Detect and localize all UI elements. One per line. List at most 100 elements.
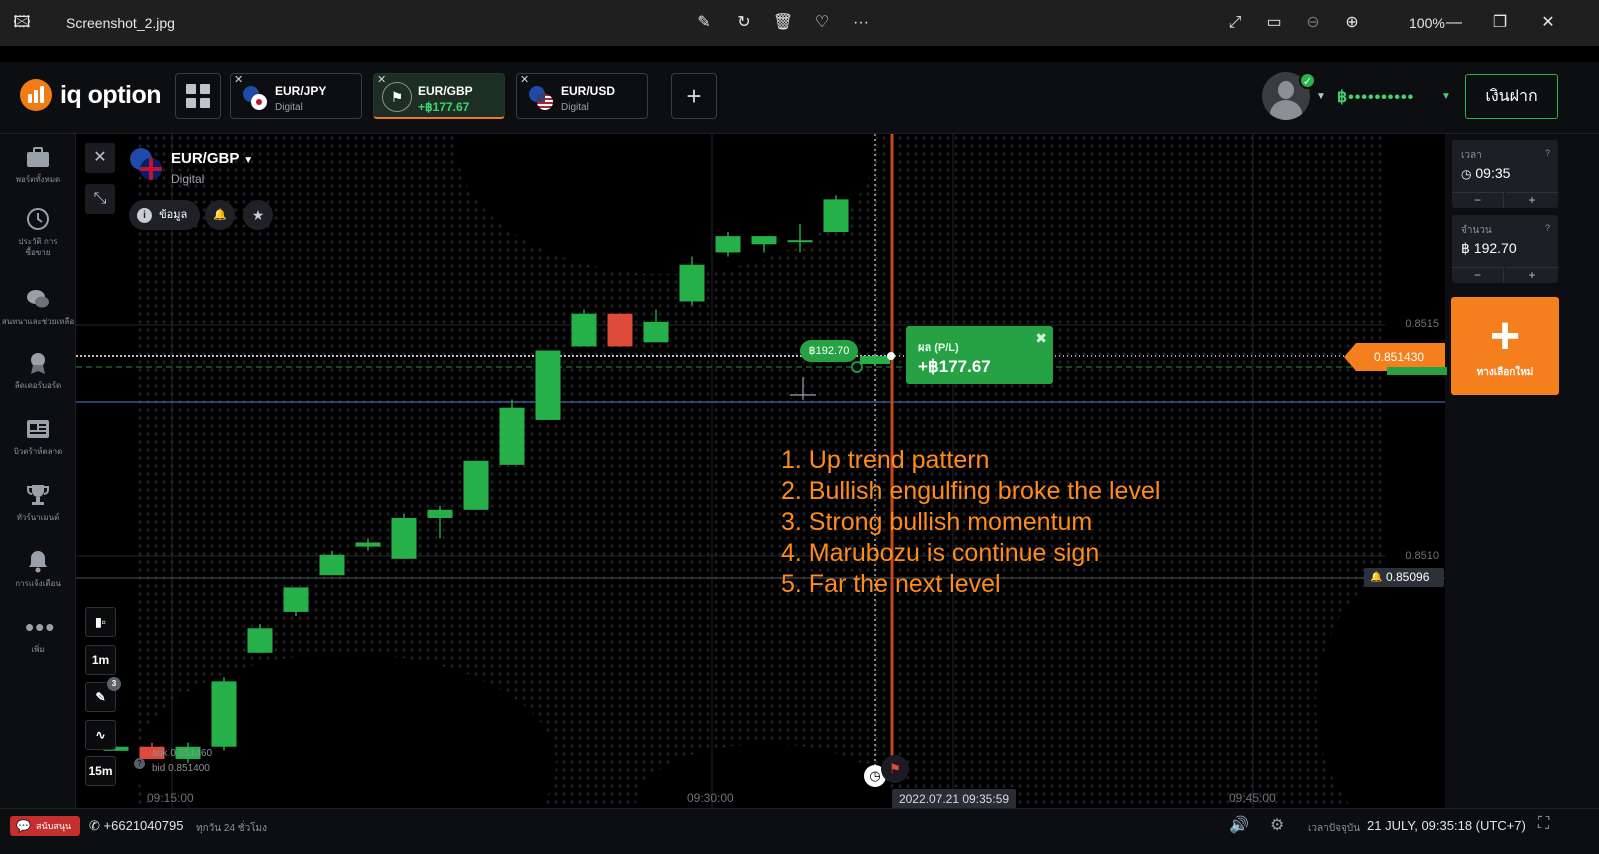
favorite-icon[interactable]: ♡ xyxy=(811,13,833,33)
collapse-chart-button[interactable]: ⤡ xyxy=(85,184,115,214)
fullscreen-icon[interactable]: ⛶ xyxy=(1538,815,1549,833)
history-icon xyxy=(25,206,51,232)
help-icon[interactable]: ? xyxy=(1545,148,1550,158)
info-button[interactable]: i ข้อมูล xyxy=(129,200,200,230)
price-alert-tag[interactable]: 🔔 0.85096 xyxy=(1364,568,1444,587)
support-phone[interactable]: ✆ +6621040795 xyxy=(89,818,183,834)
profile-dropdown-icon[interactable]: ▼ xyxy=(1316,91,1326,102)
sidebar-item-more[interactable]: ••• เพิ่ม xyxy=(0,614,76,655)
time-field[interactable]: เวลา ? ◷ 09:35 − + xyxy=(1452,140,1558,208)
close-tab-icon[interactable]: ✕ xyxy=(377,73,386,86)
time-axis-label: 09:30:00 xyxy=(687,791,734,805)
close-chart-button[interactable]: ✕ xyxy=(85,143,115,173)
sound-icon[interactable]: 🔊 xyxy=(1229,815,1249,835)
timeframe-button[interactable]: 1m xyxy=(85,645,116,675)
close-tab-icon[interactable]: ✕ xyxy=(234,73,243,86)
time-increase-button[interactable]: + xyxy=(1506,192,1558,208)
sidebar-item-portfolio[interactable]: พอร์ตทั้งหมด xyxy=(0,144,76,185)
asset-tab-eurusd[interactable]: ✕ EUR/USD Digital xyxy=(516,73,648,119)
close-window-icon[interactable]: ✕ xyxy=(1537,13,1559,33)
amount-decrease-button[interactable]: − xyxy=(1452,267,1504,283)
amount-value[interactable]: ฿ 192.70 xyxy=(1461,240,1517,257)
plus-icon: + xyxy=(1489,307,1521,365)
eur-gbp-flag-icon xyxy=(130,148,162,180)
photo-viewer-toolbar: 🖾 Screenshot_2.jpg ✎ ↻ 🗑 ♡ ··· ⤢ ▭ ⊖ ⊕ 1… xyxy=(0,0,1599,46)
help-icon[interactable]: ? xyxy=(134,758,145,769)
expand-icon[interactable]: ⤢ xyxy=(1224,13,1246,33)
time-axis-label: 09:45:00 xyxy=(1229,791,1276,805)
wave-icon: ∿ xyxy=(95,728,106,742)
sidebar-item-notifications[interactable]: การแจ้งเตือน xyxy=(0,548,76,589)
candle-body xyxy=(319,554,345,576)
settings-icon[interactable]: ⚙ xyxy=(1270,815,1284,835)
image-icon: 🖾 xyxy=(13,14,31,31)
fit-window-icon[interactable]: ▭ xyxy=(1263,13,1285,33)
close-pl-icon[interactable]: ✖ xyxy=(1035,330,1047,347)
asset-dropdown-icon[interactable]: ▼ xyxy=(243,155,253,166)
current-time-label: เวลาปัจจุบัน xyxy=(1308,823,1361,834)
asset-tab-eurgbp[interactable]: ✕ ⚑ EUR/GBP +฿177.67 xyxy=(373,73,505,119)
star-icon: ★ xyxy=(251,207,265,223)
asset-grid-button[interactable] xyxy=(175,73,221,119)
logo-mark-icon xyxy=(20,79,52,111)
new-option-button[interactable]: + ทางเลือกใหม่ xyxy=(1387,297,1559,395)
asset-name[interactable]: EUR/GBP ▼ xyxy=(171,150,253,167)
delete-icon[interactable]: 🗑 xyxy=(772,13,794,33)
pl-value: +฿177.67 xyxy=(918,357,991,376)
bell-icon: 🔔 xyxy=(213,209,227,221)
tab-sub: Digital xyxy=(561,102,589,113)
deposit-button[interactable]: เงินฝาก xyxy=(1465,74,1558,119)
support-button[interactable]: 💬 สนับสนุน xyxy=(10,816,80,836)
candle-body xyxy=(499,407,525,465)
sidebar-item-chat[interactable]: สนทนาและช่วยเหลือ xyxy=(0,286,76,327)
restore-icon[interactable]: ❐ xyxy=(1489,13,1511,33)
balance-dropdown-icon[interactable]: ▼ xyxy=(1441,91,1451,102)
chat-icon xyxy=(25,286,51,312)
candle-body xyxy=(535,350,561,420)
minimize-icon[interactable]: — xyxy=(1443,13,1465,33)
indicators-button[interactable]: ∿ xyxy=(85,720,116,750)
tab-pair: EUR/USD xyxy=(561,84,616,98)
sidebar-item-leaderboard[interactable]: ลีดเดอร์บอร์ด xyxy=(0,350,76,391)
candle-body xyxy=(715,236,741,253)
zoom-level: 100% xyxy=(1409,15,1445,31)
drawing-tools-button[interactable]: ✎ 3 xyxy=(85,677,121,712)
sidebar-item-history[interactable]: ประวัติ การซื้อขาย xyxy=(0,206,76,258)
iq-option-logo[interactable]: iq option xyxy=(20,79,162,111)
more-options-icon[interactable]: ··· xyxy=(850,13,872,33)
amount-field[interactable]: จำนวน ? ฿ 192.70 − + xyxy=(1452,215,1558,283)
asset-tab-eurjpy[interactable]: ✕ EUR/JPY Digital xyxy=(230,73,362,119)
alert-button[interactable]: 🔔 xyxy=(205,200,235,230)
rotate-icon[interactable]: ↻ xyxy=(733,13,755,33)
profit-loss-box[interactable]: ผล (P/L) +฿177.67 ✖ xyxy=(906,326,1053,384)
time-value: ◷ 09:35 xyxy=(1461,165,1511,181)
zoom-in-icon[interactable]: ⊕ xyxy=(1341,13,1363,33)
candle-body xyxy=(643,321,669,343)
chat-icon: 💬 xyxy=(16,819,31,833)
candle-body xyxy=(823,199,849,233)
zoom-out-icon[interactable]: ⊖ xyxy=(1302,13,1324,33)
amount-increase-button[interactable]: + xyxy=(1506,267,1558,283)
candle-body xyxy=(571,313,597,347)
price-level-label: 0.8510 xyxy=(1405,550,1439,562)
position-amount-tag[interactable]: ฿192.70 xyxy=(800,340,858,362)
chart-type-button[interactable]: ▮▫ xyxy=(85,607,116,637)
tab-profit: +฿177.67 xyxy=(418,100,470,114)
price-chart[interactable] xyxy=(76,134,1445,808)
time-label: เวลา xyxy=(1461,150,1482,161)
help-icon[interactable]: ? xyxy=(1545,223,1550,233)
candle-period-button[interactable]: 15m xyxy=(85,756,116,786)
edit-image-icon[interactable]: ✎ xyxy=(693,13,715,33)
sidebar-item-tournaments[interactable]: ทัวร์นาเมนต์ xyxy=(0,482,76,523)
annotation-line: 5. Far the next level xyxy=(781,570,1001,598)
chart-area[interactable]: ✕ ⤡ EUR/GBP ▼ Digital i ข้อมูล 🔔 ★ 0.851… xyxy=(76,134,1445,808)
pl-title: ผล (P/L) xyxy=(918,342,959,354)
account-balance[interactable]: ฿•••••••••• xyxy=(1337,87,1414,107)
close-tab-icon[interactable]: ✕ xyxy=(520,73,529,86)
sidebar-item-market-analysis[interactable]: บิวตร้าห์ตลาด xyxy=(0,416,76,457)
add-asset-button[interactable]: + xyxy=(671,73,717,119)
pencil-icon: ✎ xyxy=(95,690,106,704)
time-decrease-button[interactable]: − xyxy=(1452,192,1504,208)
candle-body xyxy=(787,240,813,243)
favorite-button[interactable]: ★ xyxy=(243,200,273,230)
